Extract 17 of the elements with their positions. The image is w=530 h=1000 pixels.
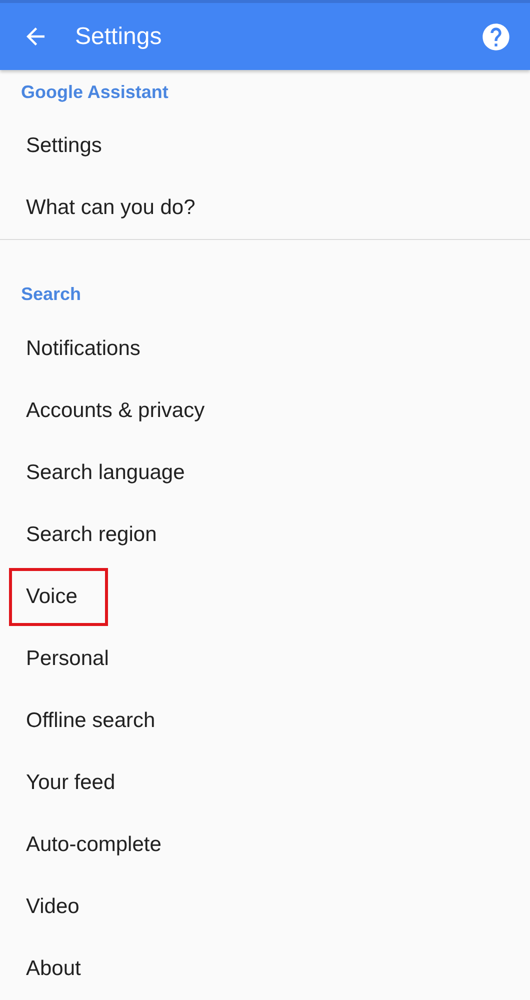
settings-item[interactable]: Personal: [9, 630, 140, 688]
settings-item[interactable]: Auto-complete: [9, 816, 192, 874]
settings-item[interactable]: Settings: [9, 117, 133, 175]
help-icon[interactable]: [480, 20, 512, 52]
settings-item[interactable]: Voice: [9, 568, 108, 626]
settings-item[interactable]: What can you do?: [9, 179, 226, 237]
settings-item[interactable]: Offline search: [9, 692, 186, 750]
section-heading: Google Assistant: [20, 81, 170, 104]
settings-item[interactable]: Accounts & privacy: [9, 382, 236, 440]
settings-item[interactable]: Search language: [9, 444, 216, 502]
settings-item[interactable]: Notifications: [9, 320, 172, 378]
settings-item[interactable]: Your feed: [9, 754, 146, 812]
section-heading: Search: [20, 283, 82, 306]
settings-item[interactable]: About: [9, 940, 112, 998]
settings-item[interactable]: Video: [9, 878, 110, 936]
app-bar-title: Settings: [75, 22, 163, 50]
settings-item[interactable]: Search region: [9, 506, 188, 564]
